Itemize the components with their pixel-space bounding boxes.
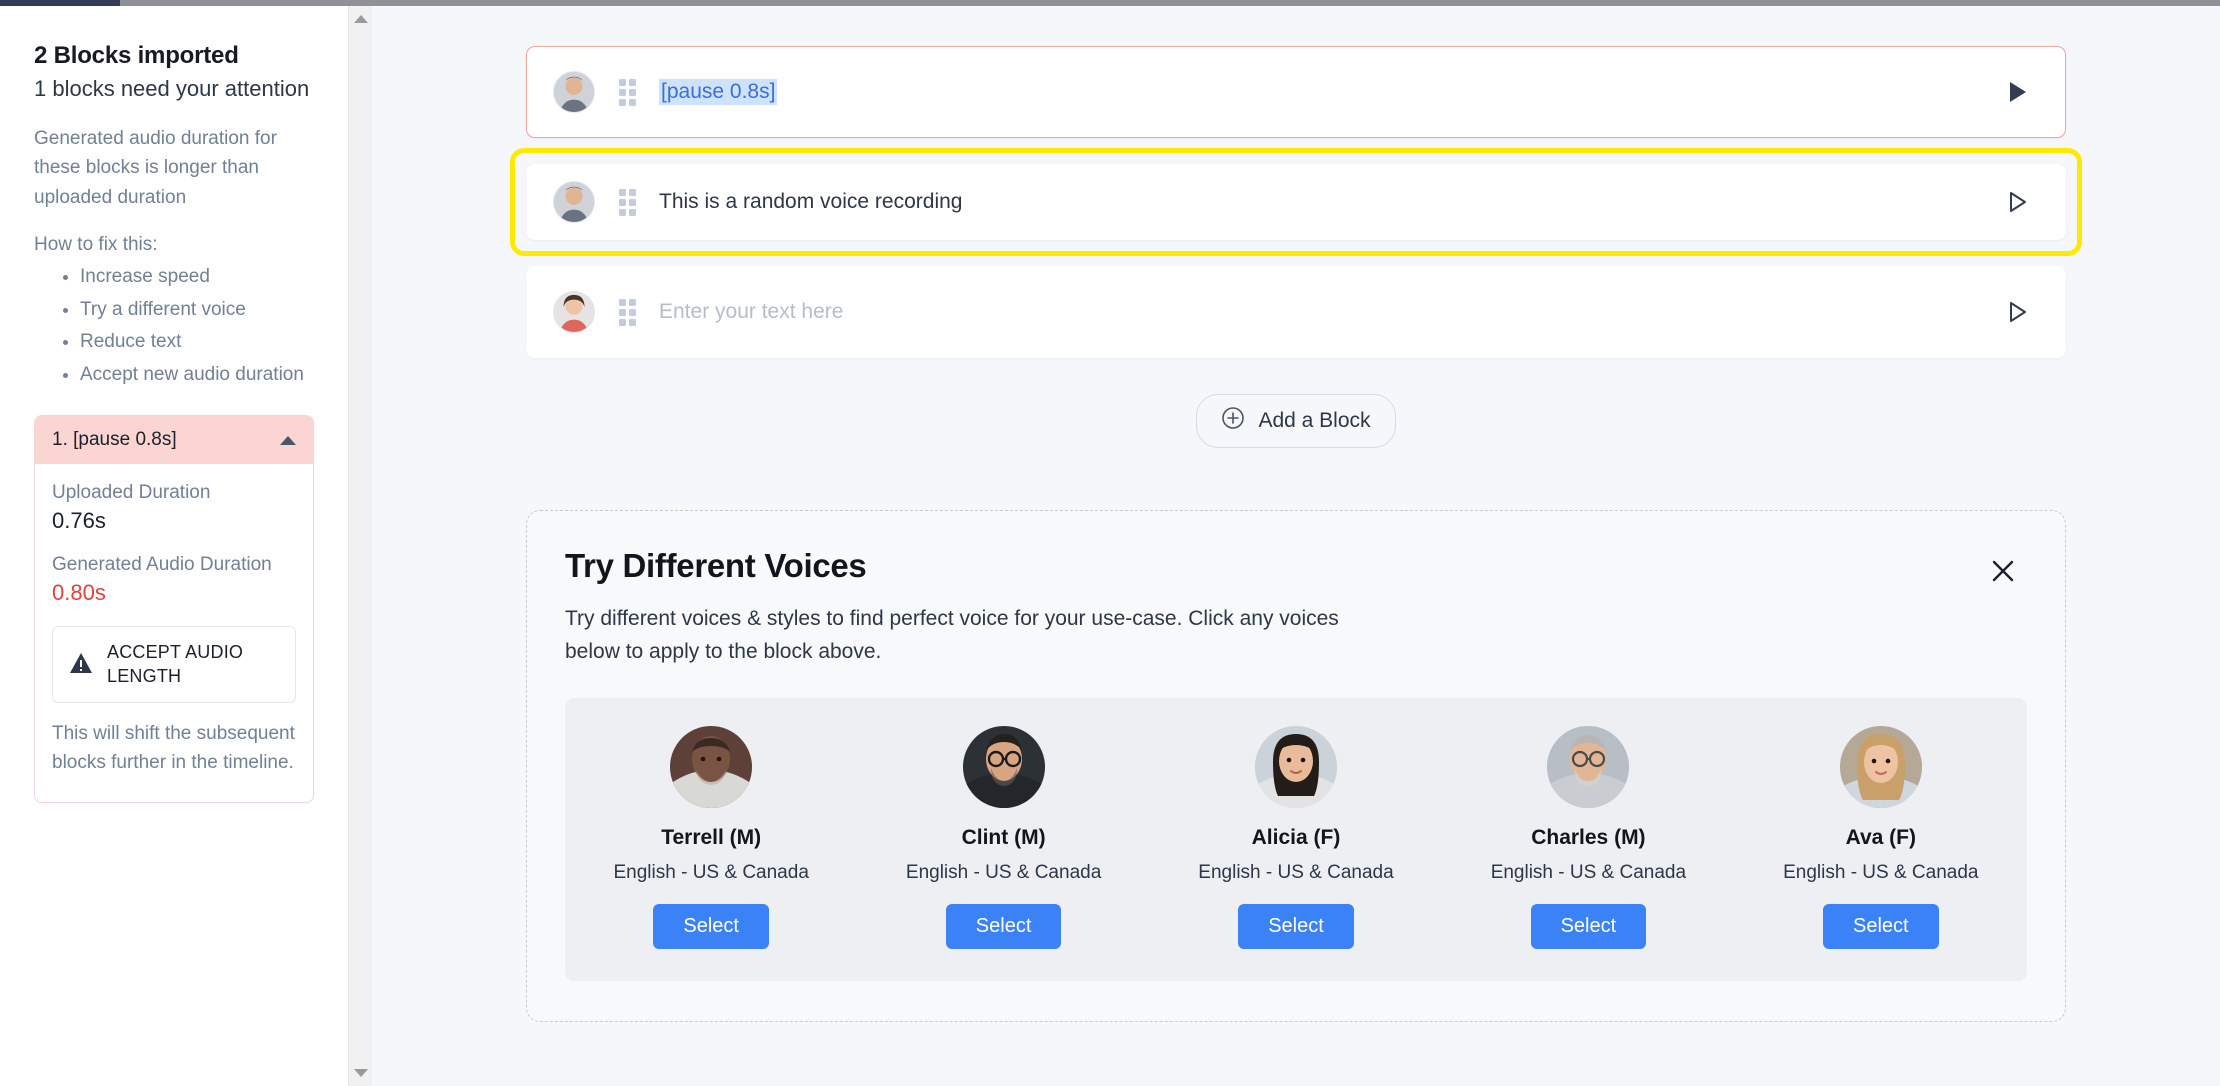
voice-card-ava[interactable]: Ava (F) English - US & Canada Select: [1735, 726, 2027, 950]
block-text-1[interactable]: [pause 0.8s]: [659, 79, 778, 105]
accept-audio-length-button[interactable]: ACCEPT AUDIO LENGTH: [52, 626, 296, 703]
script-block-2[interactable]: This is a random voice recording: [526, 164, 2066, 240]
list-item: Try a different voice: [80, 295, 314, 324]
close-icon[interactable]: [1983, 551, 2023, 591]
avatar: [1254, 726, 1337, 809]
avatar: [553, 71, 595, 113]
scroll-up-arrow-icon[interactable]: [349, 8, 373, 30]
voice-language: English - US & Canada: [905, 862, 1102, 884]
avatar: [670, 726, 753, 809]
voices-panel-description: Try different voices & styles to find pe…: [565, 607, 1339, 663]
select-voice-button-clint[interactable]: Select: [945, 904, 1062, 950]
generated-duration-label: Generated Audio Duration: [52, 554, 272, 576]
uploaded-duration-label: Uploaded Duration: [52, 482, 211, 504]
block-wrapper: [pause 0.8s]: [526, 46, 2066, 138]
sidebar-scrollbar[interactable]: [348, 6, 372, 1086]
uploaded-duration-value: 0.76s: [52, 508, 106, 534]
drag-handle-icon[interactable]: [619, 188, 637, 216]
list-item: Accept new audio duration: [80, 360, 314, 389]
issue-card-body: Uploaded Duration 0.76s Generated Audio …: [35, 464, 313, 801]
select-voice-button-charles[interactable]: Select: [1530, 904, 1647, 950]
voice-card-alicia[interactable]: Alicia (F) English - US & Canada Select: [1150, 726, 1442, 950]
play-button-3[interactable]: [2001, 294, 2035, 330]
voice-name: Terrell (M): [661, 826, 762, 850]
voice-card-clint[interactable]: Clint (M) English - US & Canada Select: [857, 726, 1149, 950]
block-text-input-3[interactable]: Enter your text here: [659, 300, 2001, 324]
script-editor-main: [pause 0.8s] This is a random voice reco…: [372, 6, 2220, 1086]
how-to-fix-label: How to fix this:: [34, 234, 158, 256]
voices-panel-title: Try Different Voices: [565, 547, 867, 584]
voice-card-grid: Terrell (M) English - US & Canada Select: [565, 698, 2027, 982]
sidebar-description: Generated audio duration for these block…: [34, 128, 277, 208]
chevron-up-icon[interactable]: [280, 435, 296, 445]
voice-language: English - US & Canada: [1198, 862, 1394, 884]
drag-handle-icon[interactable]: [619, 298, 637, 326]
avatar: [553, 181, 595, 223]
select-voice-button-terrell[interactable]: Select: [653, 904, 769, 950]
voice-language: English - US & Canada: [1490, 862, 1687, 884]
avatar: [553, 291, 595, 333]
block-wrapper-highlighted: This is a random voice recording: [510, 148, 2082, 256]
play-button-1[interactable]: [2001, 74, 2035, 110]
add-block-button[interactable]: Add a Block: [1196, 394, 1396, 448]
avatar: [1839, 726, 1922, 809]
voice-name: Ava (F): [1845, 826, 1916, 850]
voice-name: Clint (M): [961, 826, 1046, 850]
voice-language: English - US & Canada: [1783, 862, 1979, 884]
warning-triangle-icon: [69, 652, 93, 677]
avatar: [962, 726, 1045, 809]
script-block-3[interactable]: Enter your text here: [526, 266, 2066, 358]
generated-duration-value: 0.80s: [52, 580, 106, 606]
list-item: Reduce text: [80, 327, 314, 356]
block-text-2[interactable]: This is a random voice recording: [659, 190, 2001, 214]
list-item: Increase speed: [80, 262, 314, 291]
voice-card-terrell[interactable]: Terrell (M) English - US & Canada Select: [565, 726, 857, 950]
sidebar-title: 2 Blocks imported: [34, 42, 239, 69]
voice-language: English - US & Canada: [613, 862, 809, 884]
issues-sidebar: 2 Blocks imported 1 blocks need your att…: [0, 6, 348, 1086]
sidebar-subtitle: 1 blocks need your attention: [34, 76, 310, 101]
voice-name: Charles (M): [1531, 826, 1646, 850]
accept-audio-length-label: ACCEPT AUDIO LENGTH: [107, 642, 244, 687]
issue-card-header[interactable]: 1. [pause 0.8s]: [35, 416, 313, 465]
drag-handle-icon[interactable]: [619, 78, 637, 106]
fix-suggestions-list: Increase speed Try a different voice Red…: [80, 262, 314, 389]
issue-card: 1. [pause 0.8s] Uploaded Duration 0.76s …: [34, 415, 314, 803]
avatar: [1547, 726, 1630, 809]
add-block-row: Add a Block: [526, 394, 2066, 448]
try-different-voices-panel: Try Different Voices Try different voice…: [526, 510, 2066, 1023]
issue-card-title: 1. [pause 0.8s]: [52, 429, 177, 451]
select-voice-button-alicia[interactable]: Select: [1238, 904, 1354, 950]
script-block-1[interactable]: [pause 0.8s]: [526, 46, 2066, 138]
timeline-shift-note: This will shift the subsequent blocks fu…: [52, 722, 295, 774]
select-voice-button-ava[interactable]: Select: [1822, 904, 1939, 950]
plus-circle-icon: [1221, 406, 1245, 436]
play-button-2[interactable]: [2001, 184, 2035, 220]
scroll-down-arrow-icon[interactable]: [349, 1062, 373, 1084]
blocks-list: [pause 0.8s] This is a random voice reco…: [510, 6, 2082, 448]
add-block-label: Add a Block: [1258, 409, 1371, 432]
block-wrapper: Enter your text here: [526, 266, 2066, 358]
voice-name: Alicia (F): [1251, 826, 1341, 850]
voice-card-charles[interactable]: Charles (M) English - US & Canada Select: [1442, 726, 1734, 950]
